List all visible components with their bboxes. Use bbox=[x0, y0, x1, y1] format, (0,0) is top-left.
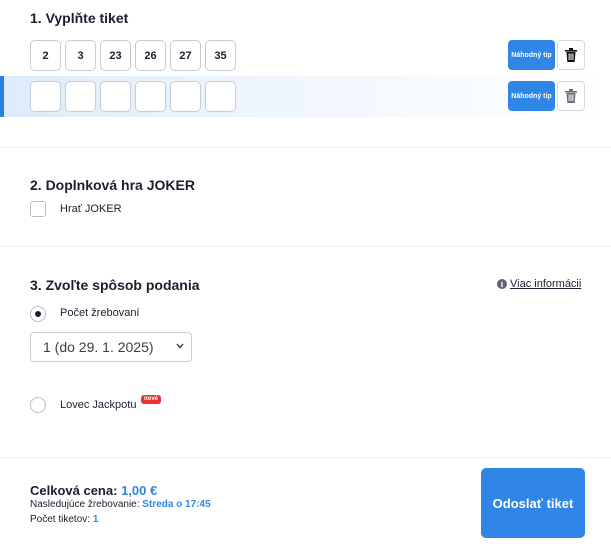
number-field[interactable]: 35 bbox=[205, 40, 236, 71]
more-info-link[interactable]: i Viac informácii bbox=[497, 278, 581, 290]
section-2-title: 2. Doplnková hra JOKER bbox=[30, 177, 195, 193]
active-row-indicator bbox=[0, 76, 4, 117]
section-1-title: 1. Vyplňte tiket bbox=[30, 10, 129, 26]
random-tip-button[interactable]: Náhodný tip bbox=[508, 81, 555, 111]
number-field[interactable] bbox=[205, 81, 236, 112]
number-field[interactable] bbox=[135, 81, 166, 112]
total-price: Celková cena: 1,00 € bbox=[30, 483, 157, 498]
submit-ticket-button[interactable]: Odoslať tiket bbox=[481, 468, 585, 538]
draw-count-select-value: 1 (do 29. 1. 2025) bbox=[43, 339, 154, 355]
ticket-row-2 bbox=[30, 81, 236, 112]
section-3-title: 3. Zvoľte spôsob podania bbox=[30, 277, 200, 293]
number-field[interactable] bbox=[170, 81, 201, 112]
number-field[interactable]: 2 bbox=[30, 40, 61, 71]
jackpot-label: Lovec Jackpotu bbox=[60, 399, 137, 411]
delete-row-button[interactable] bbox=[557, 81, 585, 111]
section-divider bbox=[0, 246, 611, 247]
number-field[interactable]: 3 bbox=[65, 40, 96, 71]
total-price-value: 1,00 € bbox=[121, 483, 158, 498]
number-field[interactable]: 23 bbox=[100, 40, 131, 71]
draw-count-label: Počet žrebovaní bbox=[60, 307, 140, 319]
trash-icon bbox=[565, 48, 577, 62]
ticket-row-1: 2 3 23 26 27 35 bbox=[30, 40, 236, 71]
joker-label: Hrať JOKER bbox=[60, 203, 122, 215]
ticket-count-value: 1 bbox=[92, 514, 99, 525]
number-field[interactable] bbox=[30, 81, 61, 112]
trash-icon bbox=[565, 89, 577, 103]
section-divider bbox=[0, 147, 611, 148]
more-info-text[interactable]: Viac informácii bbox=[510, 278, 581, 290]
new-badge: nové bbox=[141, 395, 162, 404]
joker-checkbox[interactable] bbox=[30, 201, 46, 217]
number-field[interactable] bbox=[65, 81, 96, 112]
random-tip-button[interactable]: Náhodný tip bbox=[508, 40, 555, 70]
ticket-count-label: Počet tiketov: bbox=[30, 514, 91, 525]
jackpot-radio[interactable] bbox=[30, 397, 46, 413]
delete-row-button[interactable] bbox=[557, 40, 585, 70]
next-draw-info: Nasledujúce žrebovanie: Streda o 17:45 bbox=[30, 499, 211, 510]
total-price-label: Celková cena: bbox=[30, 483, 118, 498]
draw-count-select[interactable]: 1 (do 29. 1. 2025) bbox=[30, 332, 192, 362]
number-field[interactable]: 27 bbox=[170, 40, 201, 71]
info-icon: i bbox=[497, 279, 507, 289]
chevron-down-icon bbox=[176, 343, 184, 349]
number-field[interactable] bbox=[100, 81, 131, 112]
next-draw-label: Nasledujúce žrebovanie: bbox=[30, 499, 140, 510]
ticket-count-info: Počet tiketov: 1 bbox=[30, 514, 98, 525]
draw-count-radio[interactable] bbox=[30, 306, 46, 322]
next-draw-value: Streda o 17:45 bbox=[142, 499, 211, 510]
number-field[interactable]: 26 bbox=[135, 40, 166, 71]
